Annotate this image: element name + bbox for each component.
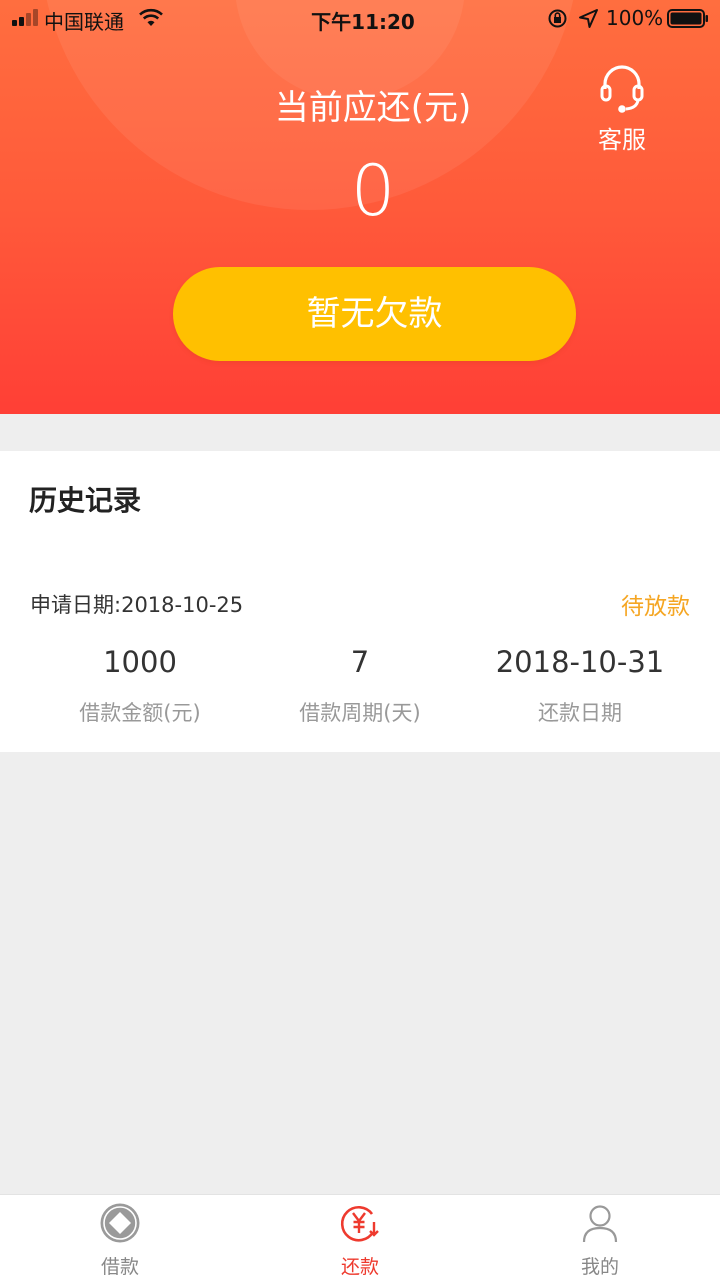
apply-date: 申请日期:2018-10-25 — [30, 589, 243, 619]
status-bar: 中国联通 下午11:20 100% — [0, 0, 720, 38]
tab-borrow-label: 借款 — [100, 1256, 139, 1278]
repay-date-stat: 2018-10-31 还款日期 — [460, 645, 700, 727]
repay-date-value: 2018-10-31 — [495, 645, 665, 679]
battery-icon — [667, 9, 708, 28]
apply-date-value: 2018-10-25 — [121, 593, 244, 617]
battery-percent: 100% — [606, 6, 664, 30]
tab-mine-label: 我的 — [580, 1256, 619, 1278]
yen-repay-icon — [340, 1206, 379, 1242]
history-title: 历史记录 — [29, 484, 142, 517]
rotation-lock-icon — [548, 9, 567, 28]
tab-mine[interactable]: 我的 — [480, 1195, 720, 1280]
apply-date-label: 申请日期: — [30, 593, 122, 617]
location-arrow-icon — [579, 9, 598, 28]
history-card: 历史记录 申请日期:2018-10-25 待放款 1000 借款金额(元) 7 … — [0, 451, 720, 752]
tab-repay[interactable]: 还款 — [240, 1195, 480, 1280]
loan-amount-label: 借款金额(元) — [79, 701, 201, 725]
no-debt-button[interactable]: 暂无欠款 — [173, 267, 576, 361]
repay-header: 中国联通 下午11:20 100% 客服 当前应还(元) 0 暂无欠款 — [0, 0, 720, 414]
loan-period-value: 7 — [350, 645, 370, 679]
loan-period-stat: 7 借款周期(天) — [240, 645, 480, 727]
loan-period-label: 借款周期(天) — [299, 701, 421, 725]
repay-date-label: 还款日期 — [538, 701, 622, 725]
tab-repay-label: 还款 — [340, 1256, 379, 1278]
user-icon — [582, 1205, 618, 1243]
current-due-title: 当前应还(元) — [274, 88, 472, 128]
coin-icon — [100, 1203, 140, 1243]
loan-amount-value: 1000 — [103, 645, 177, 679]
current-due-amount: 0 — [350, 150, 396, 232]
bottom-tab-bar: 借款 还款 我的 — [0, 1194, 720, 1280]
loan-status-badge: 待放款 — [621, 594, 690, 620]
loan-amount-stat: 1000 借款金额(元) — [20, 645, 260, 727]
tab-borrow[interactable]: 借款 — [0, 1195, 240, 1280]
